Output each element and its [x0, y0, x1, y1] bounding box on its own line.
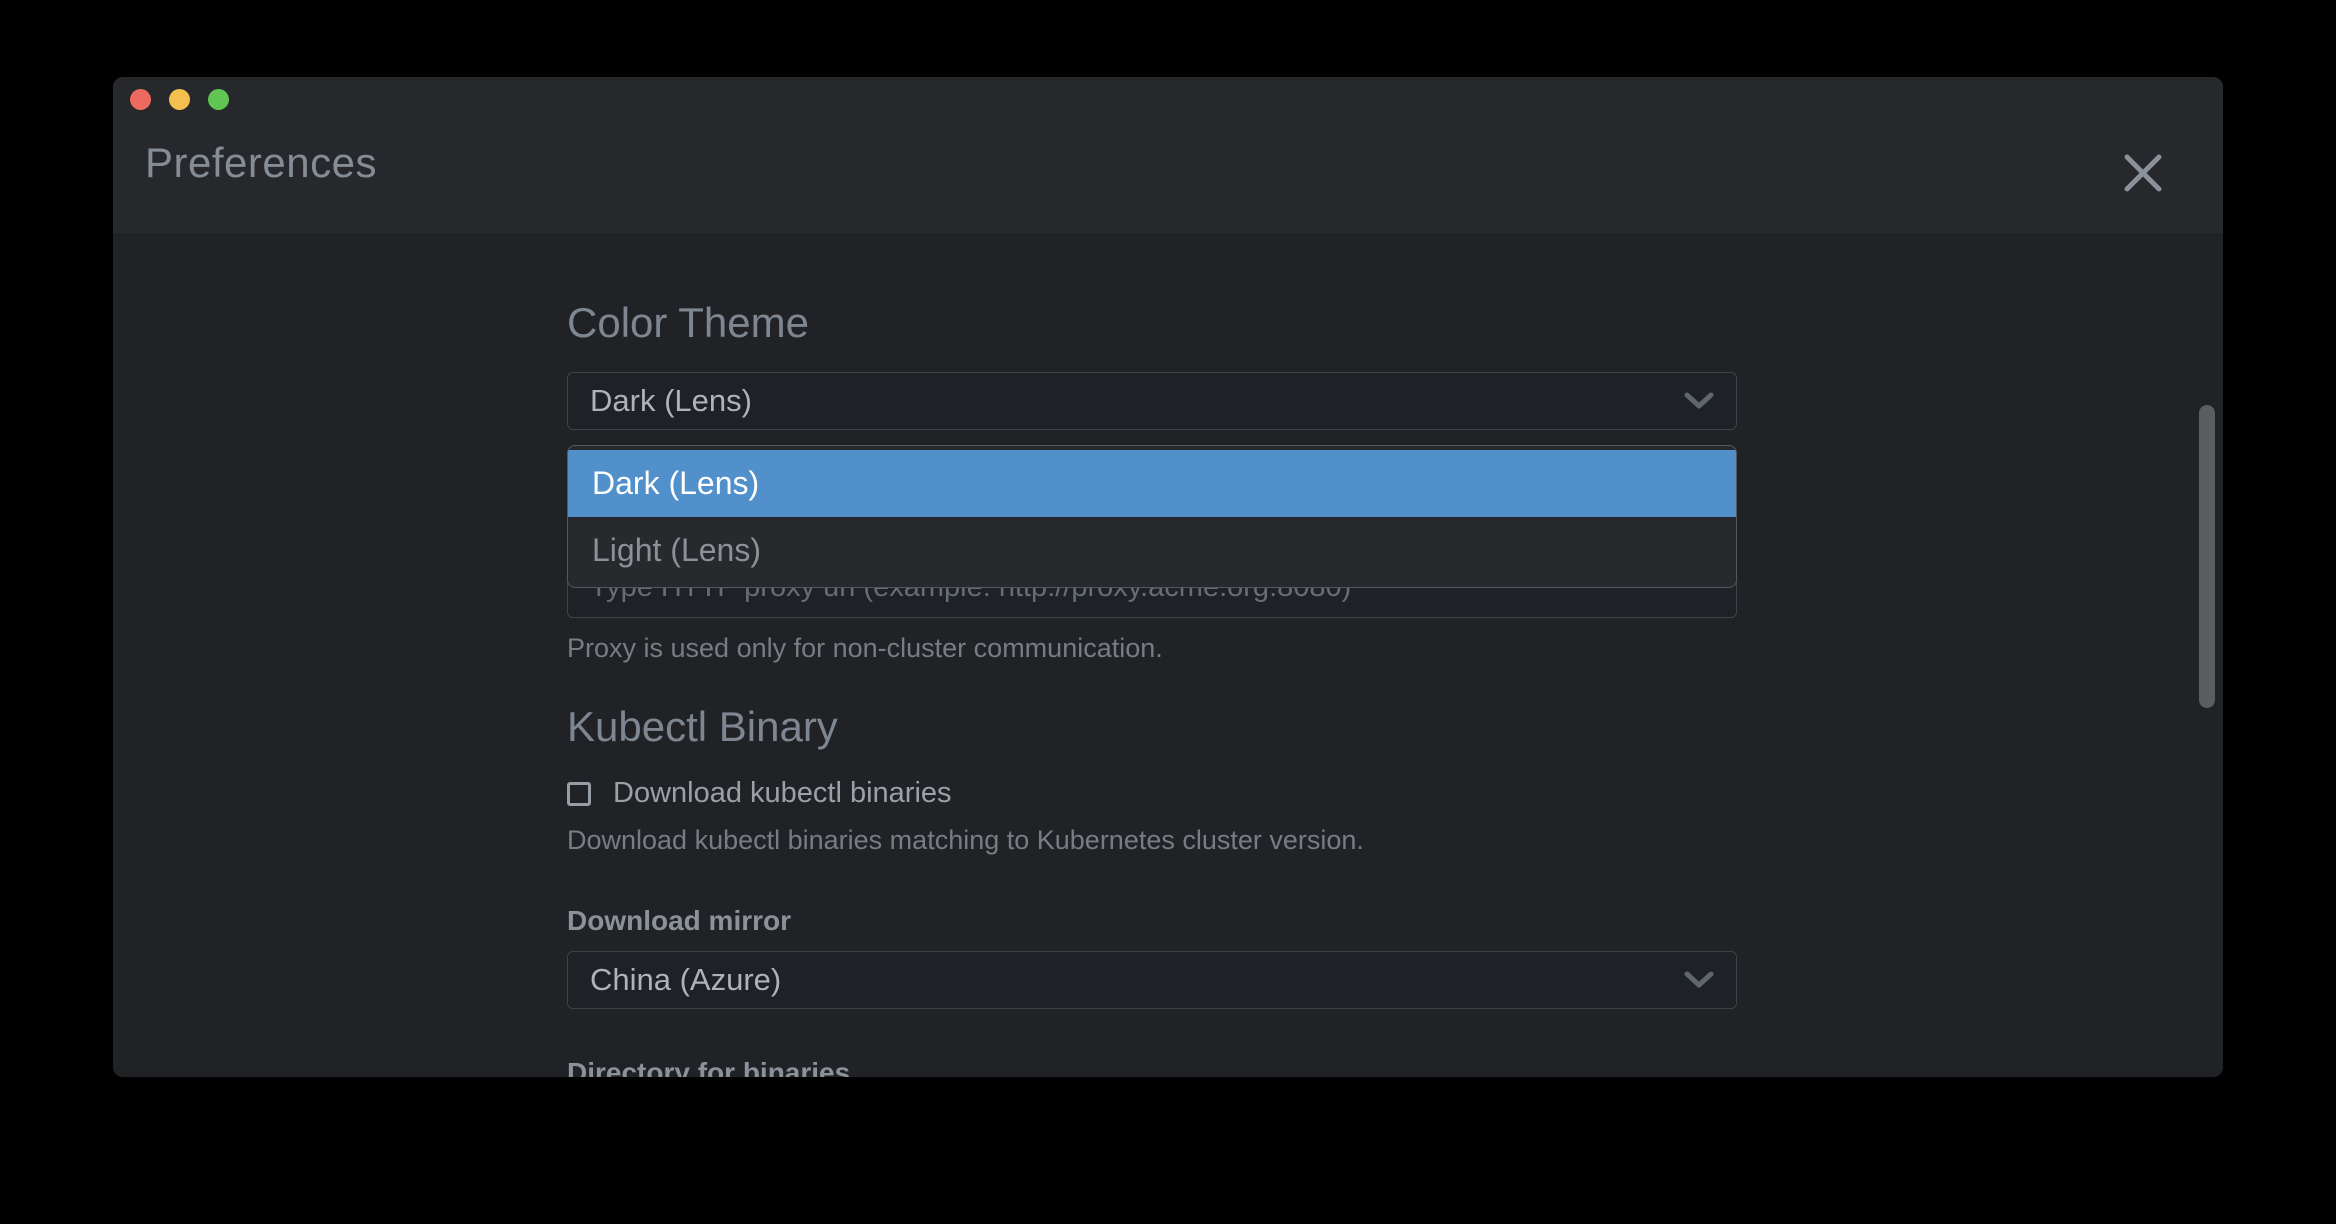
desktop-background: Preferences Color Theme Dark (Lens): [0, 0, 2336, 1224]
color-theme-heading: Color Theme: [567, 299, 809, 347]
maximize-traffic-light[interactable]: [208, 89, 229, 110]
color-theme-select-value: Dark (Lens): [590, 383, 752, 419]
close-icon: [2121, 151, 2165, 195]
download-kubectl-checkbox-row[interactable]: Download kubectl binaries: [567, 777, 952, 810]
titlebar: Preferences: [113, 77, 2223, 235]
color-theme-dropdown-menu: Dark (Lens) Light (Lens): [567, 445, 1737, 588]
directory-for-binaries-label: Directory for binaries: [567, 1057, 850, 1077]
proxy-hint-text: Proxy is used only for non-cluster commu…: [567, 633, 1163, 664]
download-mirror-select[interactable]: China (Azure): [567, 951, 1737, 1009]
close-traffic-light[interactable]: [130, 89, 151, 110]
minimize-traffic-light[interactable]: [169, 89, 190, 110]
chevron-down-icon: [1684, 392, 1714, 410]
download-mirror-select-value: China (Azure): [590, 962, 781, 998]
preferences-window: Preferences Color Theme Dark (Lens): [113, 77, 2223, 1077]
page-title: Preferences: [145, 139, 377, 187]
vertical-scrollbar-thumb[interactable]: [2199, 405, 2215, 708]
download-mirror-label: Download mirror: [567, 905, 791, 937]
settings-column: Color Theme Dark (Lens) Dark (Lens) Ligh…: [567, 235, 1737, 1077]
traffic-lights: [130, 89, 229, 110]
dropdown-option-dark[interactable]: Dark (Lens): [568, 450, 1736, 517]
checkbox-unchecked-icon[interactable]: [567, 782, 591, 806]
kubectl-binary-heading: Kubectl Binary: [567, 703, 838, 751]
chevron-down-icon: [1684, 971, 1714, 989]
close-button[interactable]: [2118, 148, 2168, 198]
color-theme-select[interactable]: Dark (Lens): [567, 372, 1737, 430]
kubectl-description: Download kubectl binaries matching to Ku…: [567, 825, 1364, 856]
preferences-content: Color Theme Dark (Lens) Dark (Lens) Ligh…: [113, 235, 2223, 1077]
dropdown-option-light[interactable]: Light (Lens): [568, 517, 1736, 584]
download-kubectl-label: Download kubectl binaries: [613, 777, 952, 810]
